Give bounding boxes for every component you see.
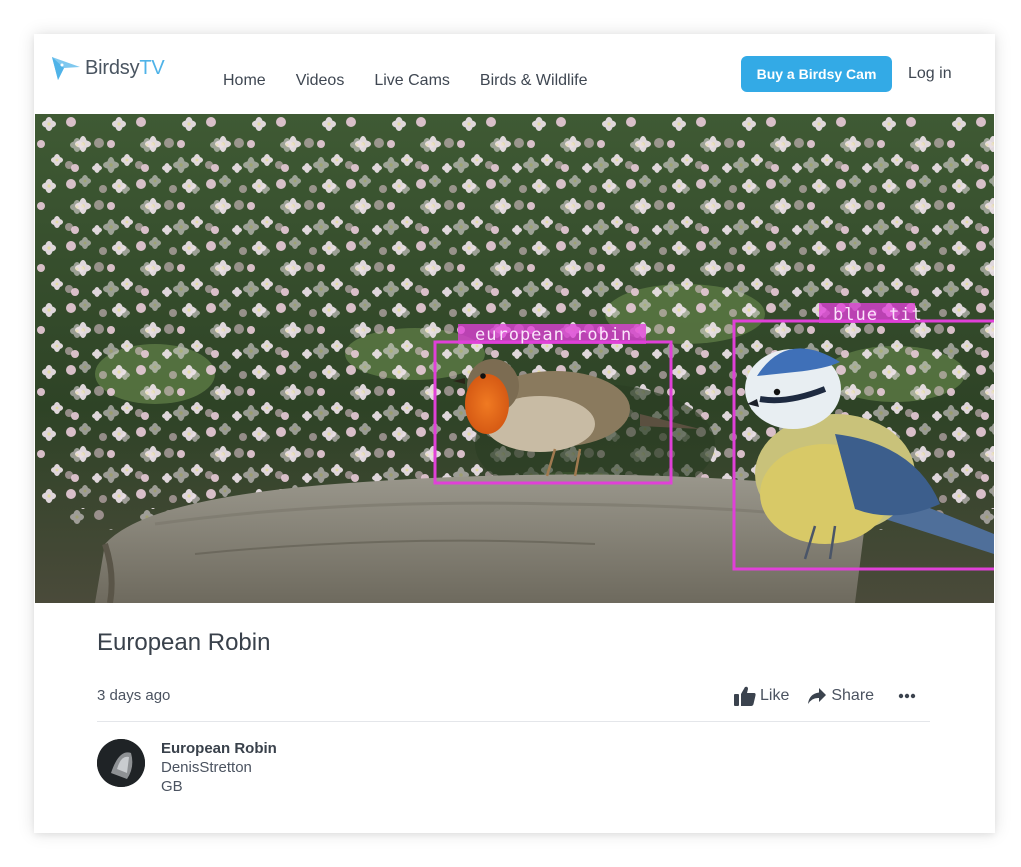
nav-birds-wildlife[interactable]: Birds & Wildlife bbox=[480, 72, 588, 90]
uploader-username[interactable]: DenisStretton bbox=[161, 758, 277, 777]
ellipsis-icon bbox=[898, 693, 916, 699]
detection-blue-tit-label: blue tit bbox=[833, 305, 923, 325]
uploader-bird-name[interactable]: European Robin bbox=[161, 739, 277, 758]
nav-live-cams[interactable]: Live Cams bbox=[374, 72, 450, 90]
video-card: BirdsyTV Home Videos Live Cams Birds & W… bbox=[34, 34, 995, 833]
detection-robin-label: european robin bbox=[475, 325, 632, 345]
birdsytv-logo[interactable]: BirdsyTV bbox=[50, 54, 165, 82]
share-label: Share bbox=[831, 687, 875, 704]
thumbs-up-icon bbox=[734, 686, 756, 706]
logo-text: BirdsyTV bbox=[85, 57, 165, 80]
video-player[interactable]: european robin blue tit bbox=[35, 114, 994, 603]
video-frame: european robin blue tit bbox=[35, 114, 994, 603]
buy-cam-button[interactable]: Buy a Birdsy Cam bbox=[741, 56, 892, 92]
nav-home[interactable]: Home bbox=[223, 72, 266, 90]
main-nav: Home Videos Live Cams Birds & Wildlife bbox=[223, 72, 617, 90]
bird-logo-icon bbox=[52, 57, 80, 80]
video-title: European Robin bbox=[97, 629, 271, 656]
post-age: 3 days ago bbox=[97, 687, 171, 704]
like-button[interactable]: Like bbox=[734, 686, 789, 706]
share-arrow-icon bbox=[808, 688, 827, 704]
uploader-info: European Robin DenisStretton GB bbox=[161, 739, 277, 796]
uploader-avatar[interactable] bbox=[97, 739, 145, 787]
site-header: BirdsyTV Home Videos Live Cams Birds & W… bbox=[34, 34, 995, 114]
logo-text-tv: TV bbox=[139, 56, 165, 79]
avatar-image bbox=[97, 739, 145, 787]
logo-text-birdsy: Birdsy bbox=[85, 56, 140, 79]
more-options-button[interactable] bbox=[898, 693, 916, 699]
like-label: Like bbox=[760, 687, 790, 704]
login-link[interactable]: Log in bbox=[908, 65, 952, 83]
section-divider bbox=[97, 721, 930, 722]
nav-videos[interactable]: Videos bbox=[296, 72, 345, 90]
uploader-country: GB bbox=[161, 778, 183, 795]
video-actions: Like Share bbox=[734, 686, 916, 706]
share-button[interactable]: Share bbox=[807, 687, 874, 705]
